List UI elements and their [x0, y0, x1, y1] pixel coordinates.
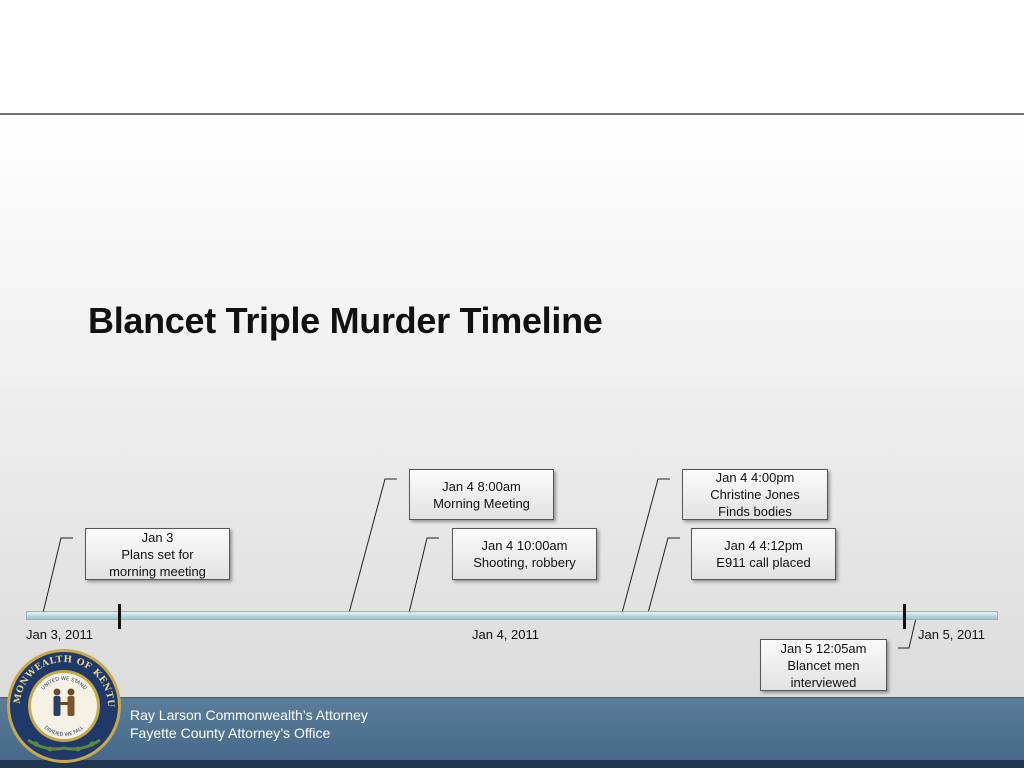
event-line: Jan 4 10:00am — [481, 538, 568, 553]
event-line: morning meeting — [109, 563, 206, 579]
event-line: Jan 5 12:05am — [780, 640, 867, 656]
footer-attorney-name: Ray Larson Commonwealth’s Attorney — [130, 707, 368, 723]
timeline-tick-jan3 — [118, 604, 121, 629]
connector-event-6 — [898, 617, 917, 649]
event-box-jan4-1600: Jan 4 4:00pm Christine Jones Finds bodie… — [682, 469, 828, 520]
connector-event-3 — [408, 537, 439, 614]
timeline-tick-jan5 — [903, 604, 906, 629]
event-box-jan4-0800: Jan 4 8:00am Morning Meeting — [409, 469, 554, 520]
event-line: Jan 4 4:00pm — [715, 470, 795, 485]
event-line: Jan 4 4:12pm — [724, 538, 803, 553]
event-line: E911 call placed — [716, 555, 811, 570]
event-box-jan3: Jan 3 Plans set for morning meeting — [85, 528, 230, 580]
connector-event-2 — [348, 478, 397, 614]
event-box-jan5-0005: Jan 5 12:05am Blancet men interviewed — [760, 639, 887, 691]
connector-event-5 — [647, 537, 680, 614]
axis-label-jan4: Jan 4, 2011 — [472, 627, 539, 642]
event-line: Plans set for — [121, 546, 194, 562]
axis-label-jan3: Jan 3, 2011 — [26, 627, 93, 642]
footer-bottom-strip — [0, 760, 1024, 768]
event-line: Jan 4 8:00am — [442, 478, 521, 494]
event-line: interviewed — [790, 674, 857, 690]
event-box-jan4-1612: Jan 4 4:12pm E911 call placed — [691, 528, 836, 580]
event-line: Morning Meeting — [433, 495, 530, 511]
connector-event-1 — [42, 537, 73, 614]
event-line: Shooting, robbery — [473, 555, 576, 570]
event-line: Jan 3 — [141, 529, 174, 545]
kentucky-seal-icon: COMMONWEALTH OF KENTUCKY UNITED WE STAND… — [6, 648, 121, 763]
event-line: Christine Jones — [710, 487, 800, 502]
axis-label-jan5: Jan 5, 2011 — [918, 627, 985, 642]
timeline-axis — [26, 611, 998, 620]
event-line: Finds bodies — [718, 504, 792, 519]
event-line: Blancet men — [787, 657, 860, 673]
footer-office-name: Fayette County Attorney’s Office — [130, 725, 331, 741]
event-box-jan4-1000: Jan 4 10:00am Shooting, robbery — [452, 528, 597, 580]
connector-event-4 — [621, 478, 670, 614]
footer-band: Ray Larson Commonwealth’s Attorney Fayet… — [0, 697, 1024, 761]
